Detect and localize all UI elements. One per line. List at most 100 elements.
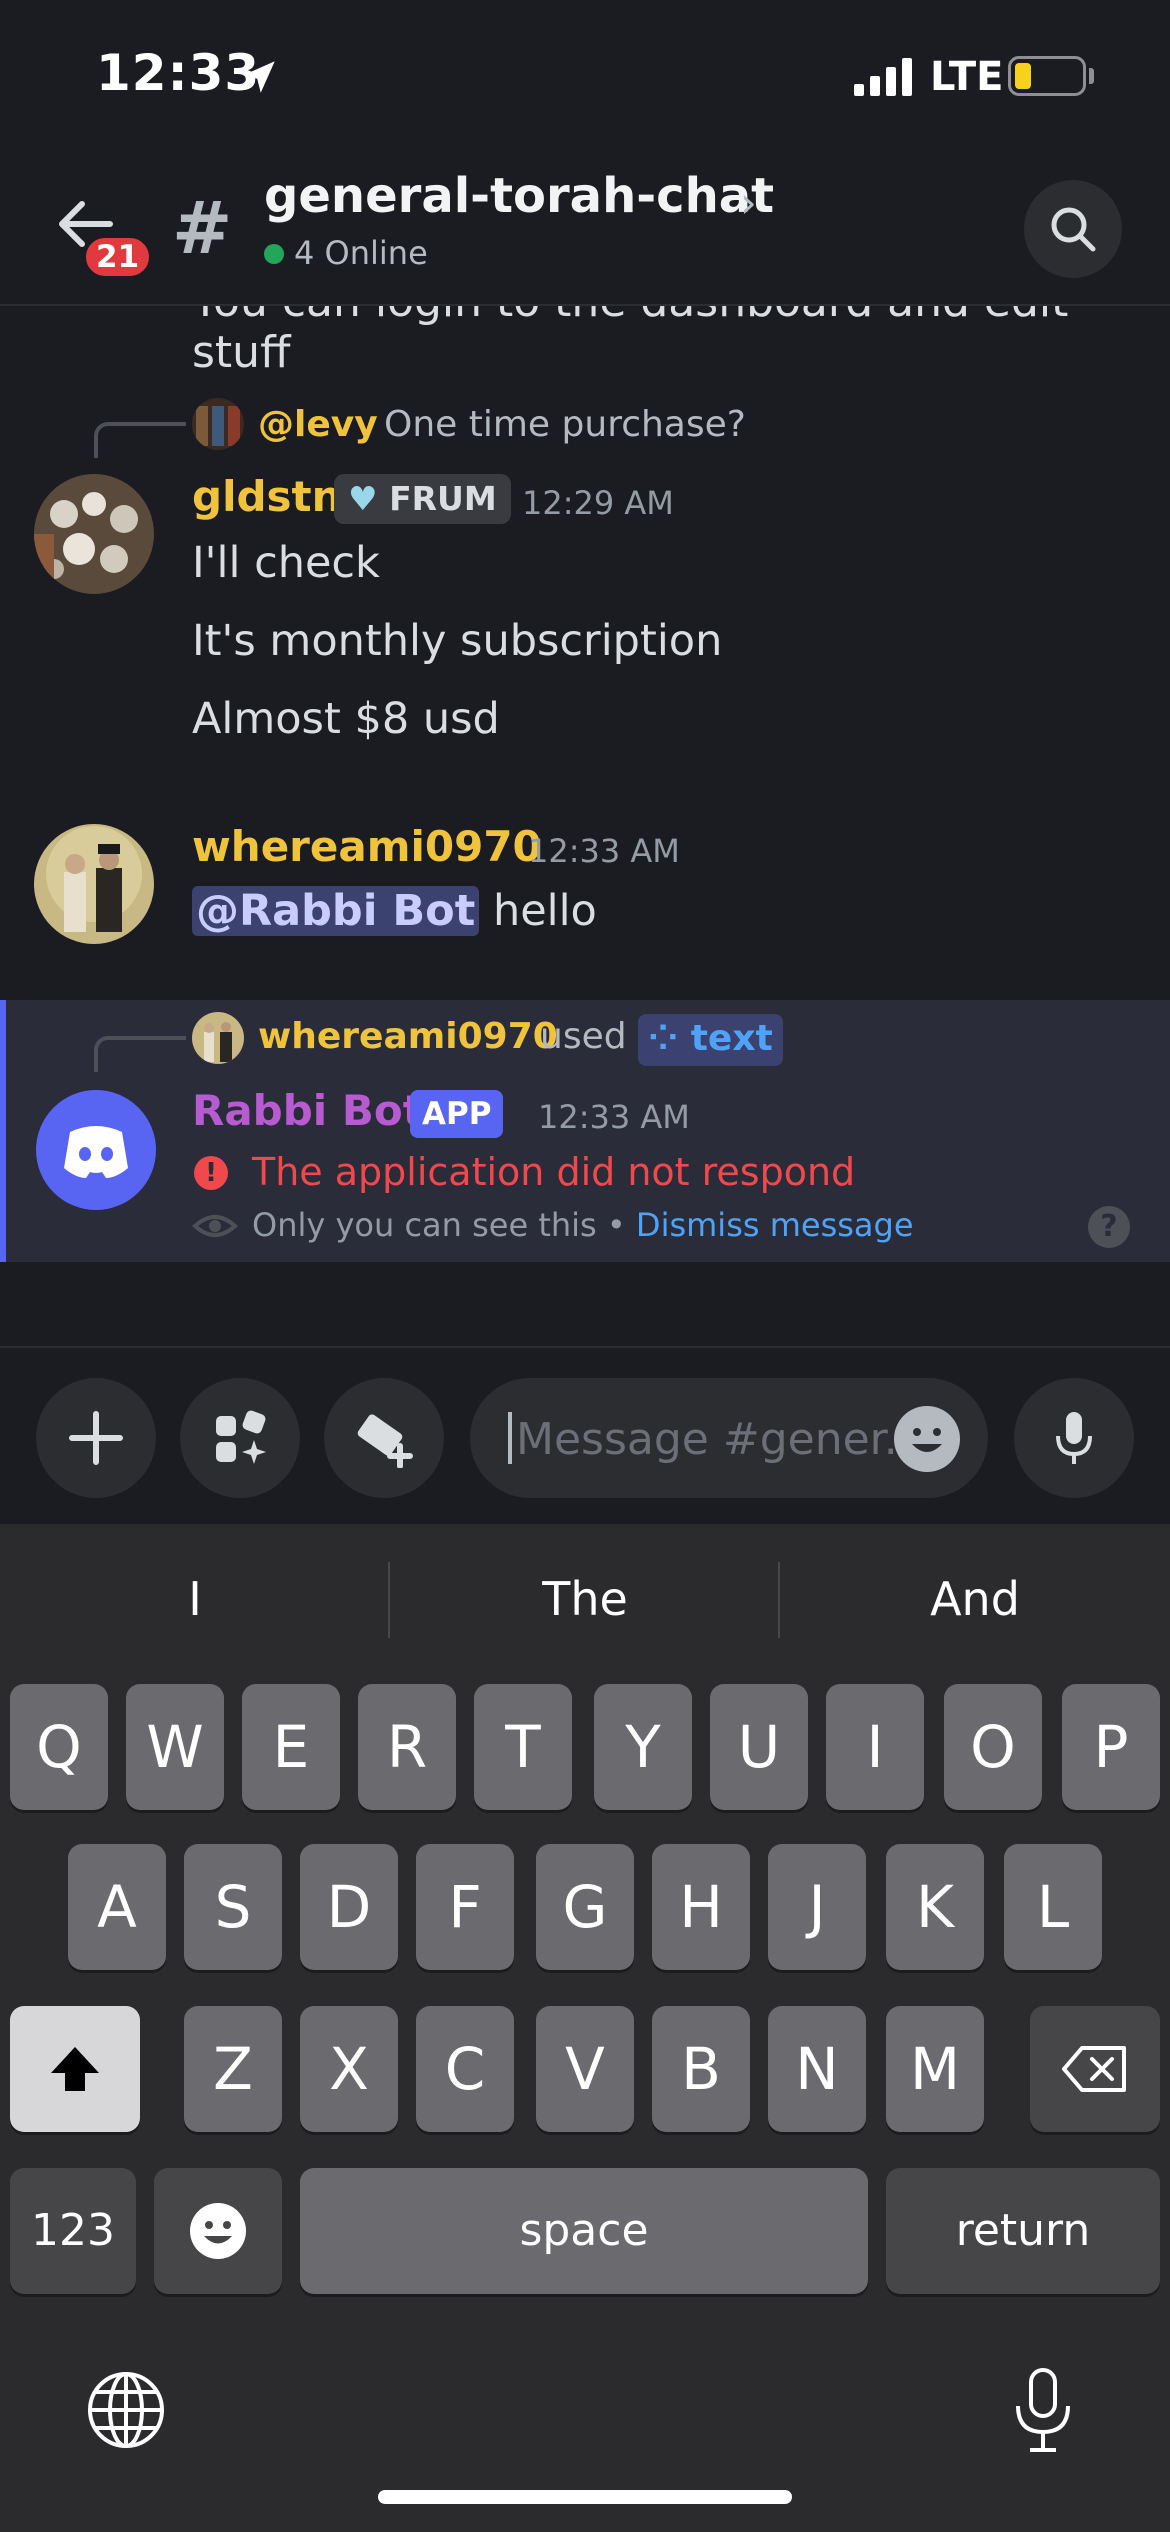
key[interactable]: L <box>1004 1844 1102 1970</box>
key[interactable]: Q <box>10 1684 108 1810</box>
suggestion[interactable]: The <box>390 1572 780 1626</box>
avatar[interactable] <box>34 474 154 594</box>
key[interactable]: E <box>242 1684 340 1810</box>
command-pill[interactable]: ⁘ text <box>638 1014 783 1066</box>
key[interactable]: C <box>416 2006 514 2132</box>
status-time: 12:33 <box>96 44 261 102</box>
voice-message-button[interactable] <box>1014 1378 1134 1498</box>
shift-icon <box>51 2047 99 2091</box>
key[interactable]: Z <box>184 2006 282 2132</box>
search-button[interactable] <box>1024 180 1122 278</box>
role-label: FRUM <box>389 479 497 518</box>
message-input[interactable]: Message #gener... <box>470 1378 988 1498</box>
avatar[interactable] <box>192 1012 244 1064</box>
dismiss-message-link[interactable]: Dismiss message <box>636 1206 914 1244</box>
channel-header: 21 # general-torah-chat › 4 Online <box>0 150 1170 306</box>
online-label: 4 Online <box>294 234 428 272</box>
battery-icon <box>1008 56 1086 96</box>
apps-icon: ⁘ <box>648 1018 679 1059</box>
search-icon <box>1051 207 1096 252</box>
key[interactable]: T <box>474 1684 572 1810</box>
command-user[interactable]: whereami0970 <box>258 1016 558 1057</box>
ephemeral-label: Only you can see this <box>252 1206 597 1244</box>
key[interactable]: P <box>1062 1684 1160 1810</box>
key[interactable]: X <box>300 2006 398 2132</box>
key[interactable]: F <box>416 1844 514 1970</box>
key[interactable]: W <box>126 1684 224 1810</box>
suggestion[interactable]: I <box>0 1572 390 1626</box>
apps-button[interactable] <box>180 1378 300 1498</box>
suggestion[interactable]: And <box>780 1572 1170 1626</box>
backspace-key[interactable] <box>1030 2006 1160 2132</box>
home-indicator[interactable] <box>378 2490 792 2504</box>
key[interactable]: K <box>886 1844 984 1970</box>
message-text: hello <box>492 886 597 936</box>
key[interactable]: R <box>358 1684 456 1810</box>
emoji-key[interactable] <box>154 2168 282 2294</box>
message-line: I'll check <box>192 538 380 588</box>
online-count: 4 Online <box>264 234 428 272</box>
message-timestamp: 12:33 AM <box>528 832 680 870</box>
key[interactable]: A <box>68 1844 166 1970</box>
chevron-right-icon[interactable]: › <box>740 178 757 227</box>
command-name: text <box>690 1018 773 1059</box>
avatar[interactable] <box>34 824 154 944</box>
text-caret <box>508 1412 512 1464</box>
reply-connector <box>94 1036 186 1072</box>
return-key[interactable]: return <box>886 2168 1160 2294</box>
key[interactable]: D <box>300 1844 398 1970</box>
message-author[interactable]: Rabbi Bot <box>192 1086 423 1135</box>
message-line: It's monthly subscription <box>192 616 723 666</box>
key[interactable]: Y <box>594 1684 692 1810</box>
reply-connector <box>94 422 186 458</box>
message-author[interactable]: whereami0970 <box>192 822 542 871</box>
plus-icon <box>69 1411 123 1465</box>
app-tag: APP <box>410 1090 504 1138</box>
signal-icon <box>854 58 912 96</box>
key[interactable]: M <box>886 2006 984 2132</box>
shift-key[interactable] <box>10 2006 140 2132</box>
status-bar: 12:33 LTE <box>0 0 1170 150</box>
gift-button[interactable] <box>324 1378 444 1498</box>
key[interactable]: J <box>768 1844 866 1970</box>
gift-icon <box>357 1414 413 1468</box>
mic-icon <box>1056 1412 1092 1464</box>
key[interactable]: G <box>536 1844 634 1970</box>
avatar[interactable] <box>192 398 244 450</box>
channel-hash-icon: # <box>172 186 233 270</box>
message-timestamp: 12:33 AM <box>538 1098 690 1136</box>
channel-name[interactable]: general-torah-chat <box>264 168 774 224</box>
error-message: The application did not respond <box>252 1150 856 1194</box>
heart-icon: ♥ <box>348 479 378 518</box>
dictation-icon[interactable] <box>1008 2366 1078 2456</box>
help-button[interactable]: ? <box>1088 1206 1130 1248</box>
attach-button[interactable] <box>36 1378 156 1498</box>
role-tag: ♥ FRUM <box>334 474 511 524</box>
message-author[interactable]: gldstn <box>192 472 342 521</box>
emoji-icon[interactable] <box>894 1406 960 1472</box>
command-used-label: used <box>540 1016 627 1057</box>
key[interactable]: I <box>826 1684 924 1810</box>
network-type: LTE <box>930 54 1004 100</box>
reply-preview[interactable]: One time purchase? <box>384 404 746 445</box>
error-icon: ! <box>194 1156 228 1190</box>
key[interactable]: V <box>536 2006 634 2132</box>
reply-username[interactable]: @levy <box>258 404 378 445</box>
key[interactable]: N <box>768 2006 866 2132</box>
unread-badge: 21 <box>82 234 154 280</box>
space-key[interactable]: space <box>300 2168 868 2294</box>
key[interactable]: B <box>652 2006 750 2132</box>
key[interactable]: H <box>652 1844 750 1970</box>
separator: • <box>606 1206 626 1244</box>
user-mention[interactable]: @Rabbi Bot <box>192 886 480 936</box>
message-timestamp: 12:29 AM <box>522 484 674 522</box>
key[interactable]: S <box>184 1844 282 1970</box>
message-line: @Rabbi Bot hello <box>192 886 597 936</box>
battery-cap <box>1089 68 1094 84</box>
globe-icon[interactable] <box>86 2370 166 2450</box>
message-composer: Message #gener... <box>0 1346 1170 1524</box>
key[interactable]: U <box>710 1684 808 1810</box>
key[interactable]: O <box>944 1684 1042 1810</box>
discord-logo-icon[interactable] <box>36 1090 156 1210</box>
numbers-key[interactable]: 123 <box>10 2168 136 2294</box>
